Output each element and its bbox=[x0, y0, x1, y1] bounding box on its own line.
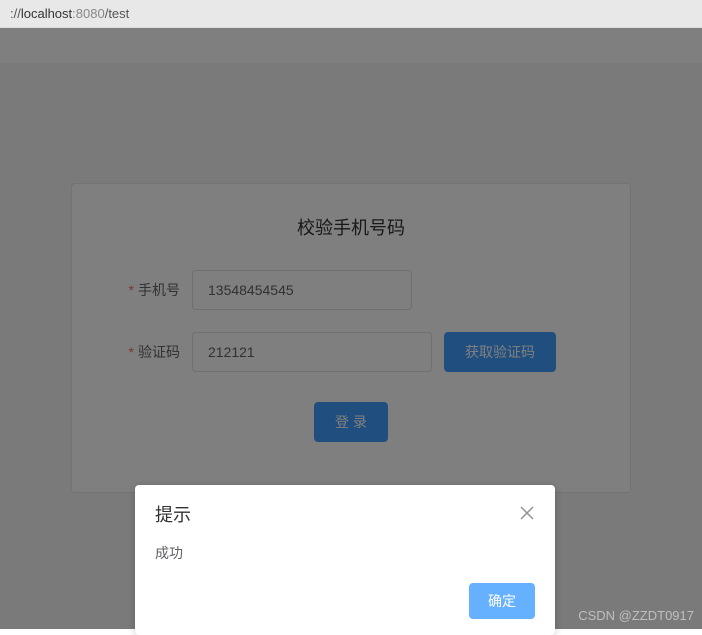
watermark: CSDN @ZZDT0917 bbox=[578, 608, 694, 623]
url-path: /test bbox=[105, 6, 130, 21]
url-port: :8080 bbox=[72, 6, 105, 21]
dialog-title: 提示 bbox=[155, 501, 191, 527]
url-prefix: :// bbox=[10, 6, 21, 21]
dialog-header: 提示 bbox=[135, 485, 555, 535]
dialog-footer: 确定 bbox=[135, 583, 555, 635]
address-bar[interactable]: ://localhost:8080/test bbox=[0, 0, 702, 28]
url-host: localhost bbox=[21, 6, 72, 21]
close-icon[interactable] bbox=[519, 505, 535, 524]
message-dialog: 提示 成功 确定 bbox=[135, 485, 555, 635]
confirm-button[interactable]: 确定 bbox=[469, 583, 535, 619]
dialog-message: 成功 bbox=[135, 535, 555, 583]
